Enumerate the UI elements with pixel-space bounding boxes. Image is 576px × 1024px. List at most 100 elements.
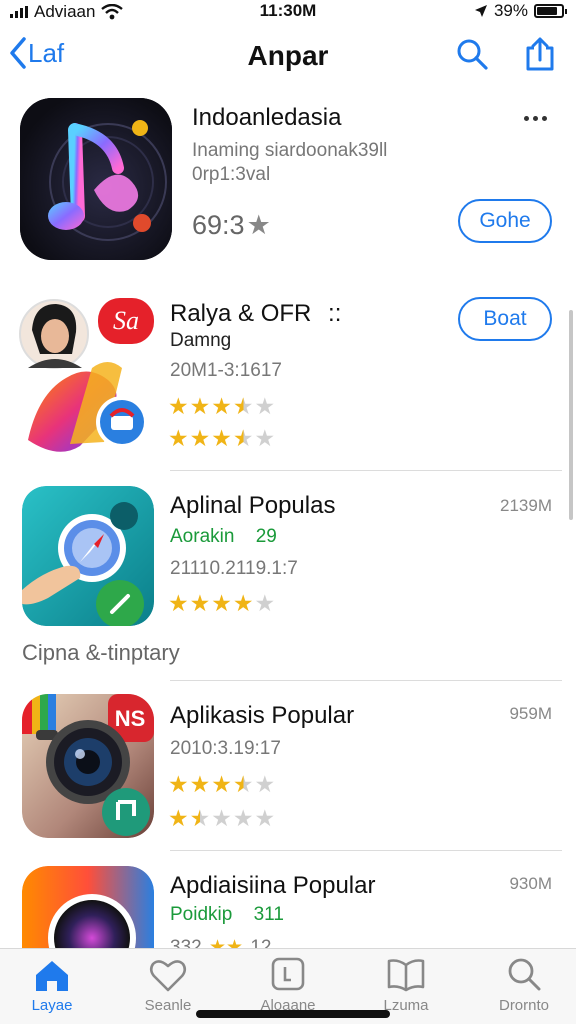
scrollbar[interactable] [569, 310, 573, 520]
heart-icon [149, 960, 187, 992]
search-button[interactable] [454, 36, 490, 72]
tab-library[interactable]: Lzuma [358, 957, 454, 1014]
app-1-icon[interactable]: Sa [18, 294, 158, 456]
app-1-title-text: Ralya & OFR [170, 300, 312, 327]
star-icon: ★ [254, 771, 276, 797]
app-2-subtitle-extra: 29 [255, 526, 277, 547]
battery-percent: 39% [493, 1, 528, 20]
camera-icon: NS [22, 694, 154, 838]
app-3-icon[interactable]: NS [22, 694, 154, 838]
app-4-subtitle: Poidkip 311 [170, 904, 284, 926]
star-icon: ★ [168, 771, 189, 797]
tab-label: Drornto [498, 997, 550, 1014]
app-3-icon-badge: NS [115, 706, 146, 731]
star-icon: ★ [254, 805, 276, 831]
star-icon: ★ [232, 393, 254, 419]
app-1-get-button[interactable]: Boat [458, 297, 552, 341]
tab-label: Layae [31, 997, 73, 1014]
tab-search[interactable]: Drornto [476, 957, 572, 1014]
star-icon: ★ [211, 590, 232, 616]
featured-app-category: 0rp1:3val [192, 164, 271, 185]
app-1-icon-badge: Sa [113, 306, 139, 335]
star-icon: ★ [189, 805, 211, 831]
app-4-date-extra: 12 [250, 937, 272, 948]
star-icon: ★ [168, 805, 189, 831]
star-icon: ★ [189, 425, 211, 451]
app-4-title[interactable]: Apdiaisiina Popular [170, 872, 375, 900]
app-1-stars-row-2: ★ ★ ★ ★ ★ [168, 426, 275, 450]
app-2-subtitle: Aorakin 29 [170, 526, 277, 548]
app-4-subtitle-extra: 311 [253, 904, 284, 925]
home-indicator [196, 1010, 390, 1018]
star-icon: ★ [254, 590, 276, 616]
app-2-stars: ★ ★ ★ ★ ★ [168, 591, 275, 615]
star-icon: ★ [232, 805, 254, 831]
star-icon: ★ [168, 425, 189, 451]
star-icon: ★ [168, 393, 189, 419]
featured-get-button[interactable]: Gohe [458, 199, 552, 243]
app-2-developer: Aorakin [170, 526, 235, 547]
featured-app-subtitle: Inaming siardoonak39ll [192, 140, 388, 161]
app-1-title-suffix: :: [328, 300, 342, 327]
status-right: 39% [474, 1, 567, 21]
app-2-title[interactable]: Aplinal Populas [170, 492, 335, 520]
app-1-subtitle: Damng [170, 330, 232, 351]
featured-app-icon[interactable] [20, 98, 172, 260]
divider [170, 850, 562, 851]
app-2-date: 21110.2119.1:7 [170, 558, 298, 579]
app-2-icon[interactable] [22, 486, 154, 626]
app-4-date: 332 ★★ 12 [170, 936, 271, 948]
tab-apps[interactable]: Aloaane [240, 957, 336, 1014]
compass-icon [22, 486, 154, 626]
more-options-button[interactable] [524, 116, 547, 121]
square-icon [271, 957, 305, 991]
home-icon [36, 961, 68, 991]
share-icon [526, 37, 554, 71]
battery-icon [534, 4, 567, 18]
featured-rating-value: 69:3 [192, 210, 245, 240]
app-4-icon[interactable] [22, 866, 154, 948]
app-1-date: 20M1-3:1617 [170, 360, 282, 381]
app-3-stars-row-2: ★ ★ ★ ★ ★ [168, 806, 275, 830]
lens-icon [22, 866, 154, 948]
music-note-icon [20, 98, 172, 260]
tab-today[interactable]: Layae [4, 957, 100, 1014]
search-icon [457, 39, 488, 70]
app-3-title[interactable]: Aplikasis Popular [170, 702, 354, 730]
star-icon: ★ [254, 425, 276, 451]
star-icon: ★ [246, 210, 271, 240]
star-icon: ★ [232, 590, 254, 616]
app-4-developer: Poidkip [170, 904, 233, 925]
app-3-stars-row-1: ★ ★ ★ ★ ★ [168, 772, 275, 796]
app-3-date: 2010:3.19:17 [170, 738, 281, 759]
star-icon: ★ [211, 805, 232, 831]
star-icon: ★ [254, 393, 276, 419]
star-icon: ★ [232, 771, 254, 797]
share-button[interactable] [522, 36, 558, 72]
featured-app-title[interactable]: Indoanledasia [192, 104, 341, 132]
divider [170, 470, 562, 471]
app-3-size: 959M [509, 704, 552, 723]
app-1-title[interactable]: Ralya & OFR :: [170, 300, 341, 328]
star-icon: ★ [189, 590, 211, 616]
section-header: Cipna &-tinptary [22, 640, 180, 665]
star-icon: ★ [168, 590, 189, 616]
star-icon: ★ [189, 771, 211, 797]
featured-app-rating: 69:3 ★ [192, 210, 271, 241]
collage-icon: Sa [19, 298, 154, 452]
status-bar: Adviaan 11:30M 39% [0, 0, 576, 24]
star-icon: ★ [232, 425, 254, 451]
location-arrow-icon [474, 5, 487, 17]
star-icon: ★ [189, 393, 211, 419]
divider [170, 680, 562, 681]
star-icon: ★ [211, 771, 232, 797]
app-1-stars-row-1: ★ ★ ★ ★ ★ [168, 394, 275, 418]
star-icon: ★ [211, 393, 232, 419]
star-icon: ★★ [208, 937, 244, 948]
book-icon [387, 959, 425, 992]
nav-bar: Laf Anpar [0, 30, 576, 84]
tab-favorites[interactable]: Seanle [120, 957, 216, 1014]
app-4-date-text: 332 [170, 937, 202, 948]
search-icon [508, 958, 541, 991]
app-4-size: 930M [509, 874, 552, 893]
